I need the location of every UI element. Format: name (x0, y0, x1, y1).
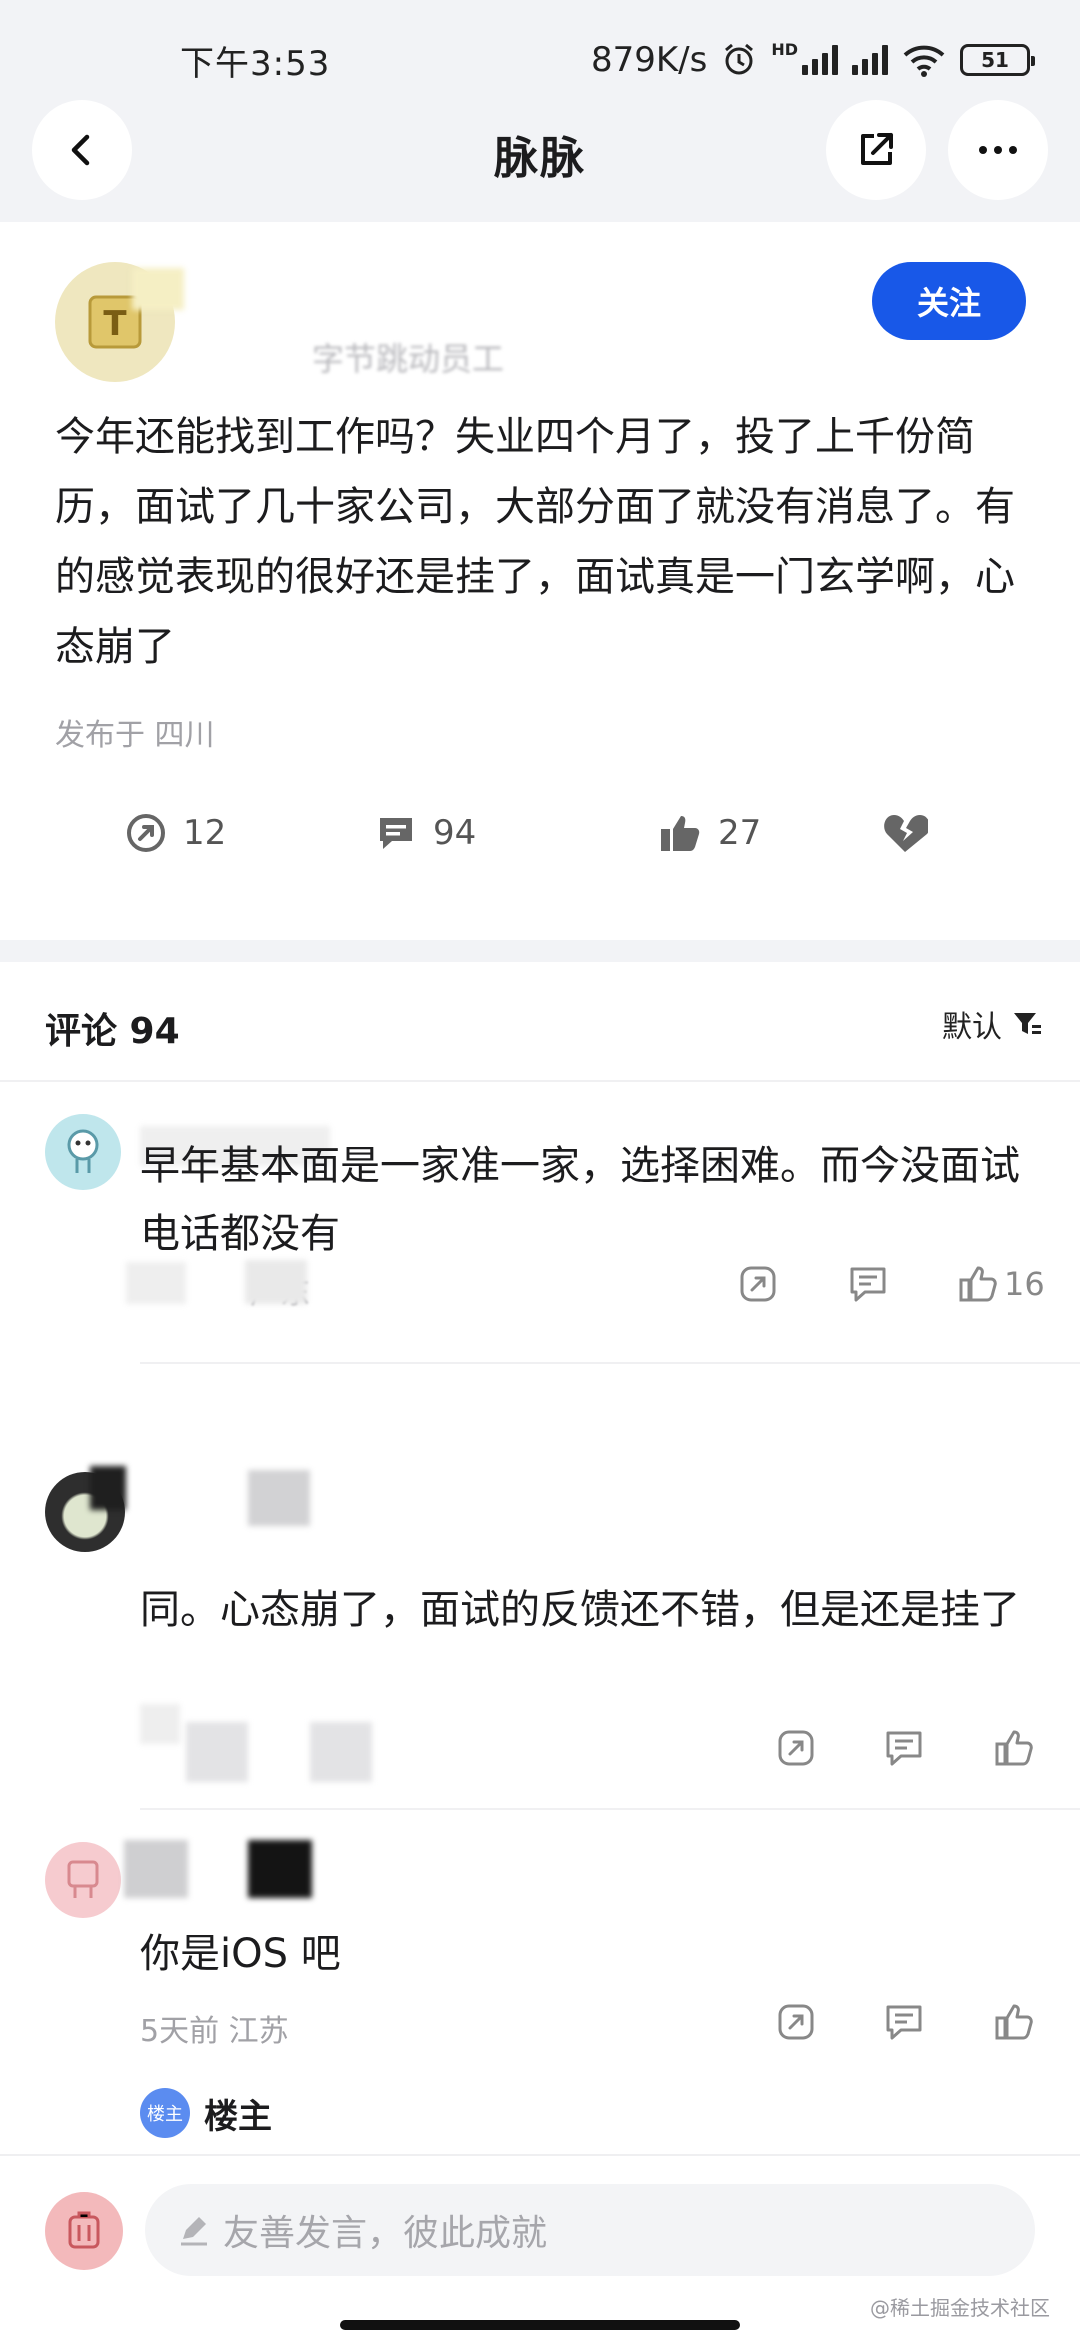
dislike-action[interactable] (882, 812, 928, 854)
share-action[interactable]: 12 (125, 812, 226, 854)
forward-icon (127, 814, 165, 852)
comment-meta: 5天前 江苏 (140, 2014, 289, 2049)
comment-input[interactable]: 友善发言，彼此成就 (145, 2184, 1035, 2276)
network-speed: 879K/s (590, 40, 708, 80)
forward-icon (740, 1266, 776, 1302)
input-placeholder: 友善发言，彼此成就 (223, 2213, 548, 2254)
thumbs-up-icon (995, 2004, 1033, 2040)
broken-heart-icon (884, 815, 928, 852)
header-divider (0, 1080, 1080, 1082)
reply-preview[interactable]: 楼主 楼主 (140, 2088, 272, 2138)
filter-icon (1014, 1013, 1041, 1034)
svg-text:T: T (103, 304, 127, 344)
comment-share[interactable] (776, 2002, 816, 2042)
alarm-icon (725, 43, 754, 75)
pencil-icon (181, 2217, 207, 2246)
post-location: 发布于 四川 (55, 718, 215, 753)
avatar-figure-icon (67, 1860, 99, 1898)
comment-icon (850, 1267, 886, 1302)
status-time: 下午3:53 (180, 43, 331, 84)
comment-reply[interactable] (848, 1264, 888, 1304)
app-screen: 下午3:53 879K/s HD 51 脉脉 T 字节跳动员工 关注 今年还能找… (0, 0, 1080, 2340)
share-count: 12 (183, 813, 227, 853)
watermark: @稀土掘金技术社区 (870, 2296, 1050, 2320)
nav-bar: 脉脉 (0, 100, 1080, 220)
comment-like[interactable] (994, 1728, 1034, 1768)
post-actions: 12 94 27 (0, 812, 1080, 882)
sort-label: 默认 (942, 1010, 1002, 1045)
comment-divider (140, 1362, 1080, 1364)
comment-text: 同。心态崩了，面试的反馈还不错，但是还是挂了 (140, 1587, 1020, 1633)
comment-like[interactable] (994, 2002, 1034, 2042)
meta-redaction (245, 1260, 307, 1304)
time-redaction (126, 1262, 186, 1304)
like-count: 27 (718, 813, 762, 853)
name-redaction (124, 1840, 188, 1898)
comment-share[interactable] (738, 1264, 778, 1304)
more-icon (979, 146, 1017, 154)
comment-icon (886, 1731, 922, 1766)
comments-header: 评论 94 (45, 1011, 180, 1052)
time-redaction (140, 1704, 180, 1744)
signal-icon (802, 45, 838, 75)
follow-button[interactable]: 关注 (872, 262, 1026, 340)
commenter-avatar[interactable] (45, 1842, 121, 1918)
battery-level: 51 (981, 48, 1009, 72)
signal-icon-2 (852, 45, 888, 75)
post-content: 今年还能找到工作吗？失业四个月了，投了上千份简历，面试了几十家公司，大部分面了就… (55, 414, 1015, 670)
comment-share[interactable] (776, 1728, 816, 1768)
op-badge: 楼主 (140, 2088, 190, 2138)
comment-icon (380, 818, 412, 849)
thumbs-up-icon (661, 816, 700, 851)
comment-text: 你是iOS 吧 (140, 1931, 341, 1977)
comment-count: 94 (433, 813, 477, 853)
comment-icon (886, 2005, 922, 2040)
avatar-redaction (90, 1466, 126, 1510)
my-avatar[interactable] (45, 2192, 123, 2270)
forward-icon (778, 2004, 814, 2040)
hd-label: HD (771, 40, 798, 59)
avatar-figure-icon (68, 2211, 100, 2249)
comment-reply[interactable] (884, 1728, 924, 1768)
name-redaction-2 (248, 1840, 312, 1898)
sort-dropdown[interactable]: 默认 (942, 1002, 1042, 1046)
bottom-input-bar: 友善发言，彼此成就 @稀土掘金技术社区 (0, 2154, 1080, 2340)
author-company: 字节跳动员工 (312, 340, 505, 378)
comment-divider (140, 1808, 1080, 1810)
thumbs-up-icon (959, 1266, 997, 1302)
comment-reply[interactable] (884, 2002, 924, 2042)
op-name: 楼主 (204, 2096, 272, 2137)
battery-icon: 51 (960, 44, 1035, 76)
meta-redaction-2 (310, 1722, 372, 1782)
comment-action[interactable]: 94 (375, 812, 476, 854)
forward-icon (778, 1730, 814, 1766)
comment-like[interactable]: 16 (958, 1264, 1045, 1304)
like-action[interactable]: 27 (658, 812, 761, 854)
meta-redaction (186, 1722, 248, 1782)
post-card: T 字节跳动员工 关注 今年还能找到工作吗？失业四个月了，投了上千份简历，面试了… (0, 222, 1080, 940)
share-button[interactable] (826, 100, 926, 200)
comment-text: 早年基本面是一家准一家，选择困难。而今没面试电话都没有 (140, 1143, 1020, 1257)
more-button[interactable] (948, 100, 1048, 200)
wifi-icon (903, 45, 945, 77)
avatar-figure-icon (67, 1129, 99, 1173)
home-indicator[interactable] (340, 2320, 740, 2330)
name-redaction (132, 268, 184, 310)
comment-like-count: 16 (1004, 1265, 1045, 1303)
commenter-avatar[interactable] (45, 1114, 121, 1190)
comments-section: 评论 94 默认 早年基本面是一家准一家，选择困难。而今没面试电话都没有 广东 (0, 962, 1080, 2154)
share-icon (861, 133, 893, 165)
status-right: 879K/s HD 51 (590, 40, 1035, 80)
name-redaction (248, 1470, 310, 1526)
thumbs-up-icon (995, 1730, 1033, 1766)
